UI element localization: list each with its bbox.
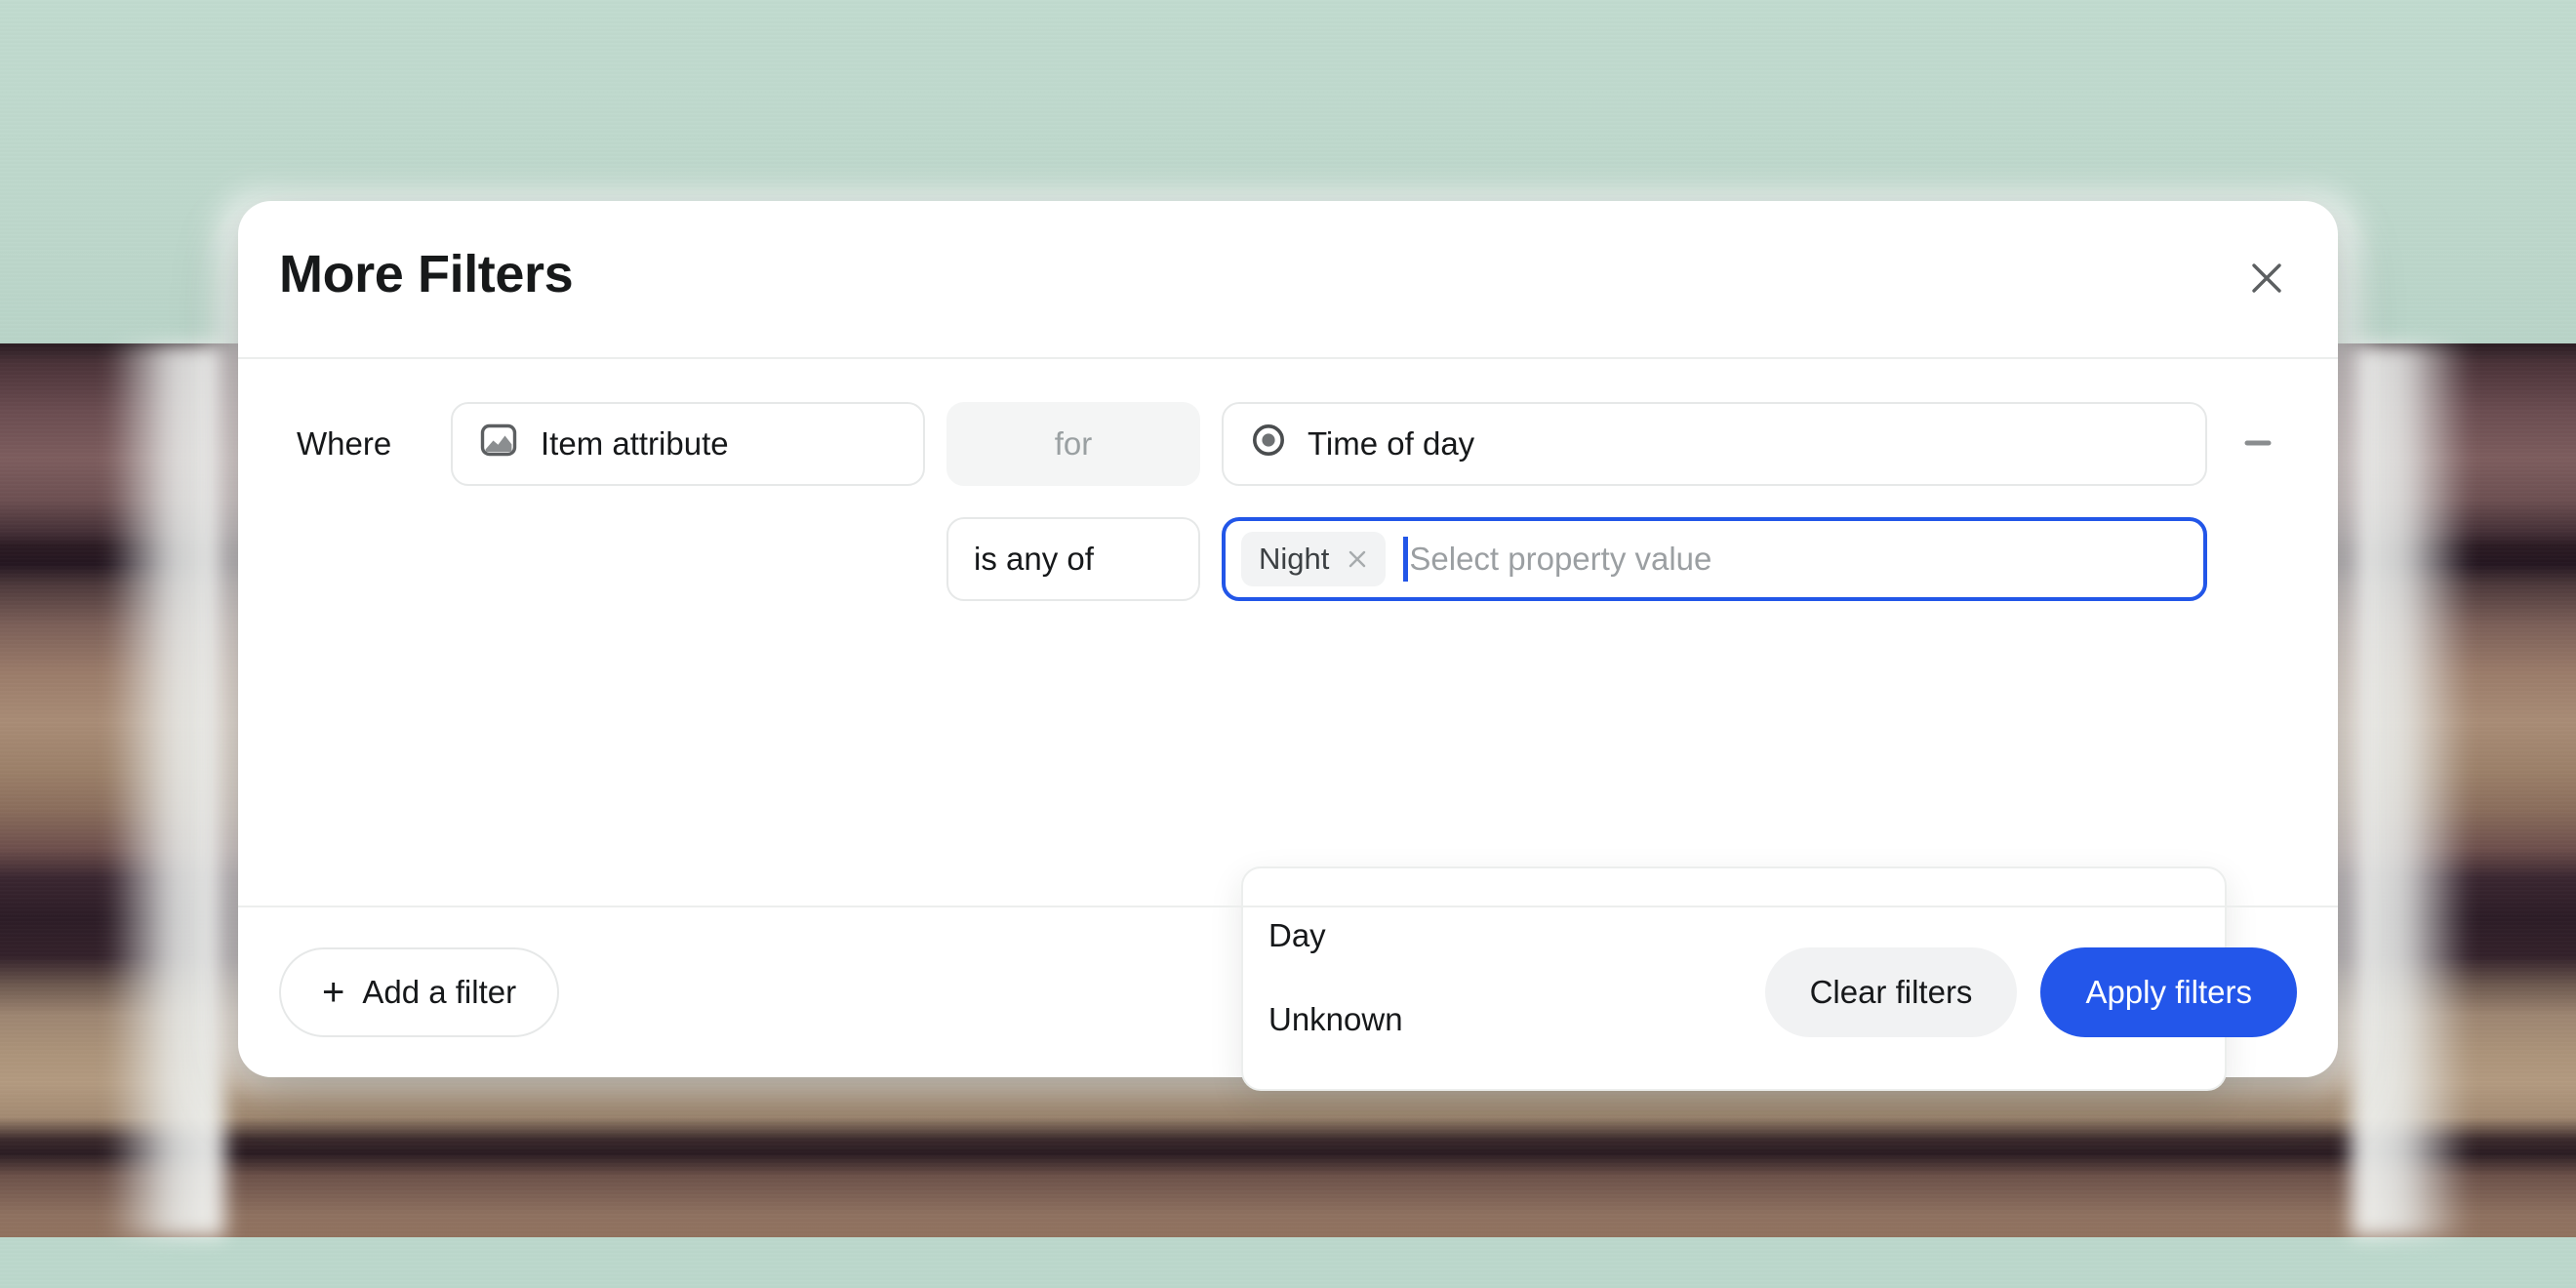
- page-title: More Filters: [279, 245, 574, 303]
- remove-filter-row-button[interactable]: [2231, 417, 2285, 471]
- footer-actions: Clear filters Apply filters: [1764, 947, 2297, 1037]
- dialog-glow-left: [107, 343, 224, 1237]
- dialog-footer: + Add a filter Clear filters Apply filte…: [238, 906, 2338, 1077]
- dialog-body: Where Item attribute for Time of day is …: [238, 359, 2338, 1091]
- attribute-select-label: Item attribute: [541, 425, 729, 462]
- remove-token-button[interactable]: [1345, 546, 1370, 572]
- selected-token: Night: [1241, 532, 1387, 586]
- value-multiselect-input[interactable]: Night Select property value: [1222, 517, 2207, 601]
- close-icon: [2247, 259, 2286, 298]
- image-icon: [478, 420, 519, 468]
- property-select[interactable]: Time of day: [1222, 402, 2207, 486]
- more-filters-dialog: More Filters Where Item attribute for Ti…: [238, 201, 2338, 1091]
- close-button[interactable]: [2234, 246, 2299, 310]
- dialog-glow-right: [2352, 343, 2469, 1237]
- clear-filters-button[interactable]: Clear filters: [1764, 947, 2018, 1037]
- value-input-placeholder: Select property value: [1409, 541, 1712, 577]
- selected-token-label: Night: [1259, 542, 1330, 576]
- minus-icon: [2238, 423, 2277, 465]
- radio-target-icon: [1249, 421, 1288, 467]
- where-label: Where: [297, 425, 392, 462]
- operator-select[interactable]: is any of: [946, 517, 1200, 601]
- filter-row: Where Item attribute for Time of day: [279, 402, 2299, 486]
- close-small-icon: [1345, 550, 1370, 575]
- add-filter-label: Add a filter: [362, 974, 517, 1010]
- dialog-header: More Filters: [238, 201, 2338, 359]
- filter-value-row: is any of Night Select property value: [279, 517, 2299, 601]
- add-filter-button[interactable]: + Add a filter: [279, 947, 560, 1037]
- text-cursor: [1403, 537, 1409, 582]
- attribute-select[interactable]: Item attribute: [451, 402, 925, 486]
- property-select-label: Time of day: [1308, 425, 1475, 462]
- plus-icon: +: [322, 971, 345, 1014]
- conjunction-chip: for: [946, 402, 1200, 486]
- apply-filters-button[interactable]: Apply filters: [2040, 947, 2297, 1037]
